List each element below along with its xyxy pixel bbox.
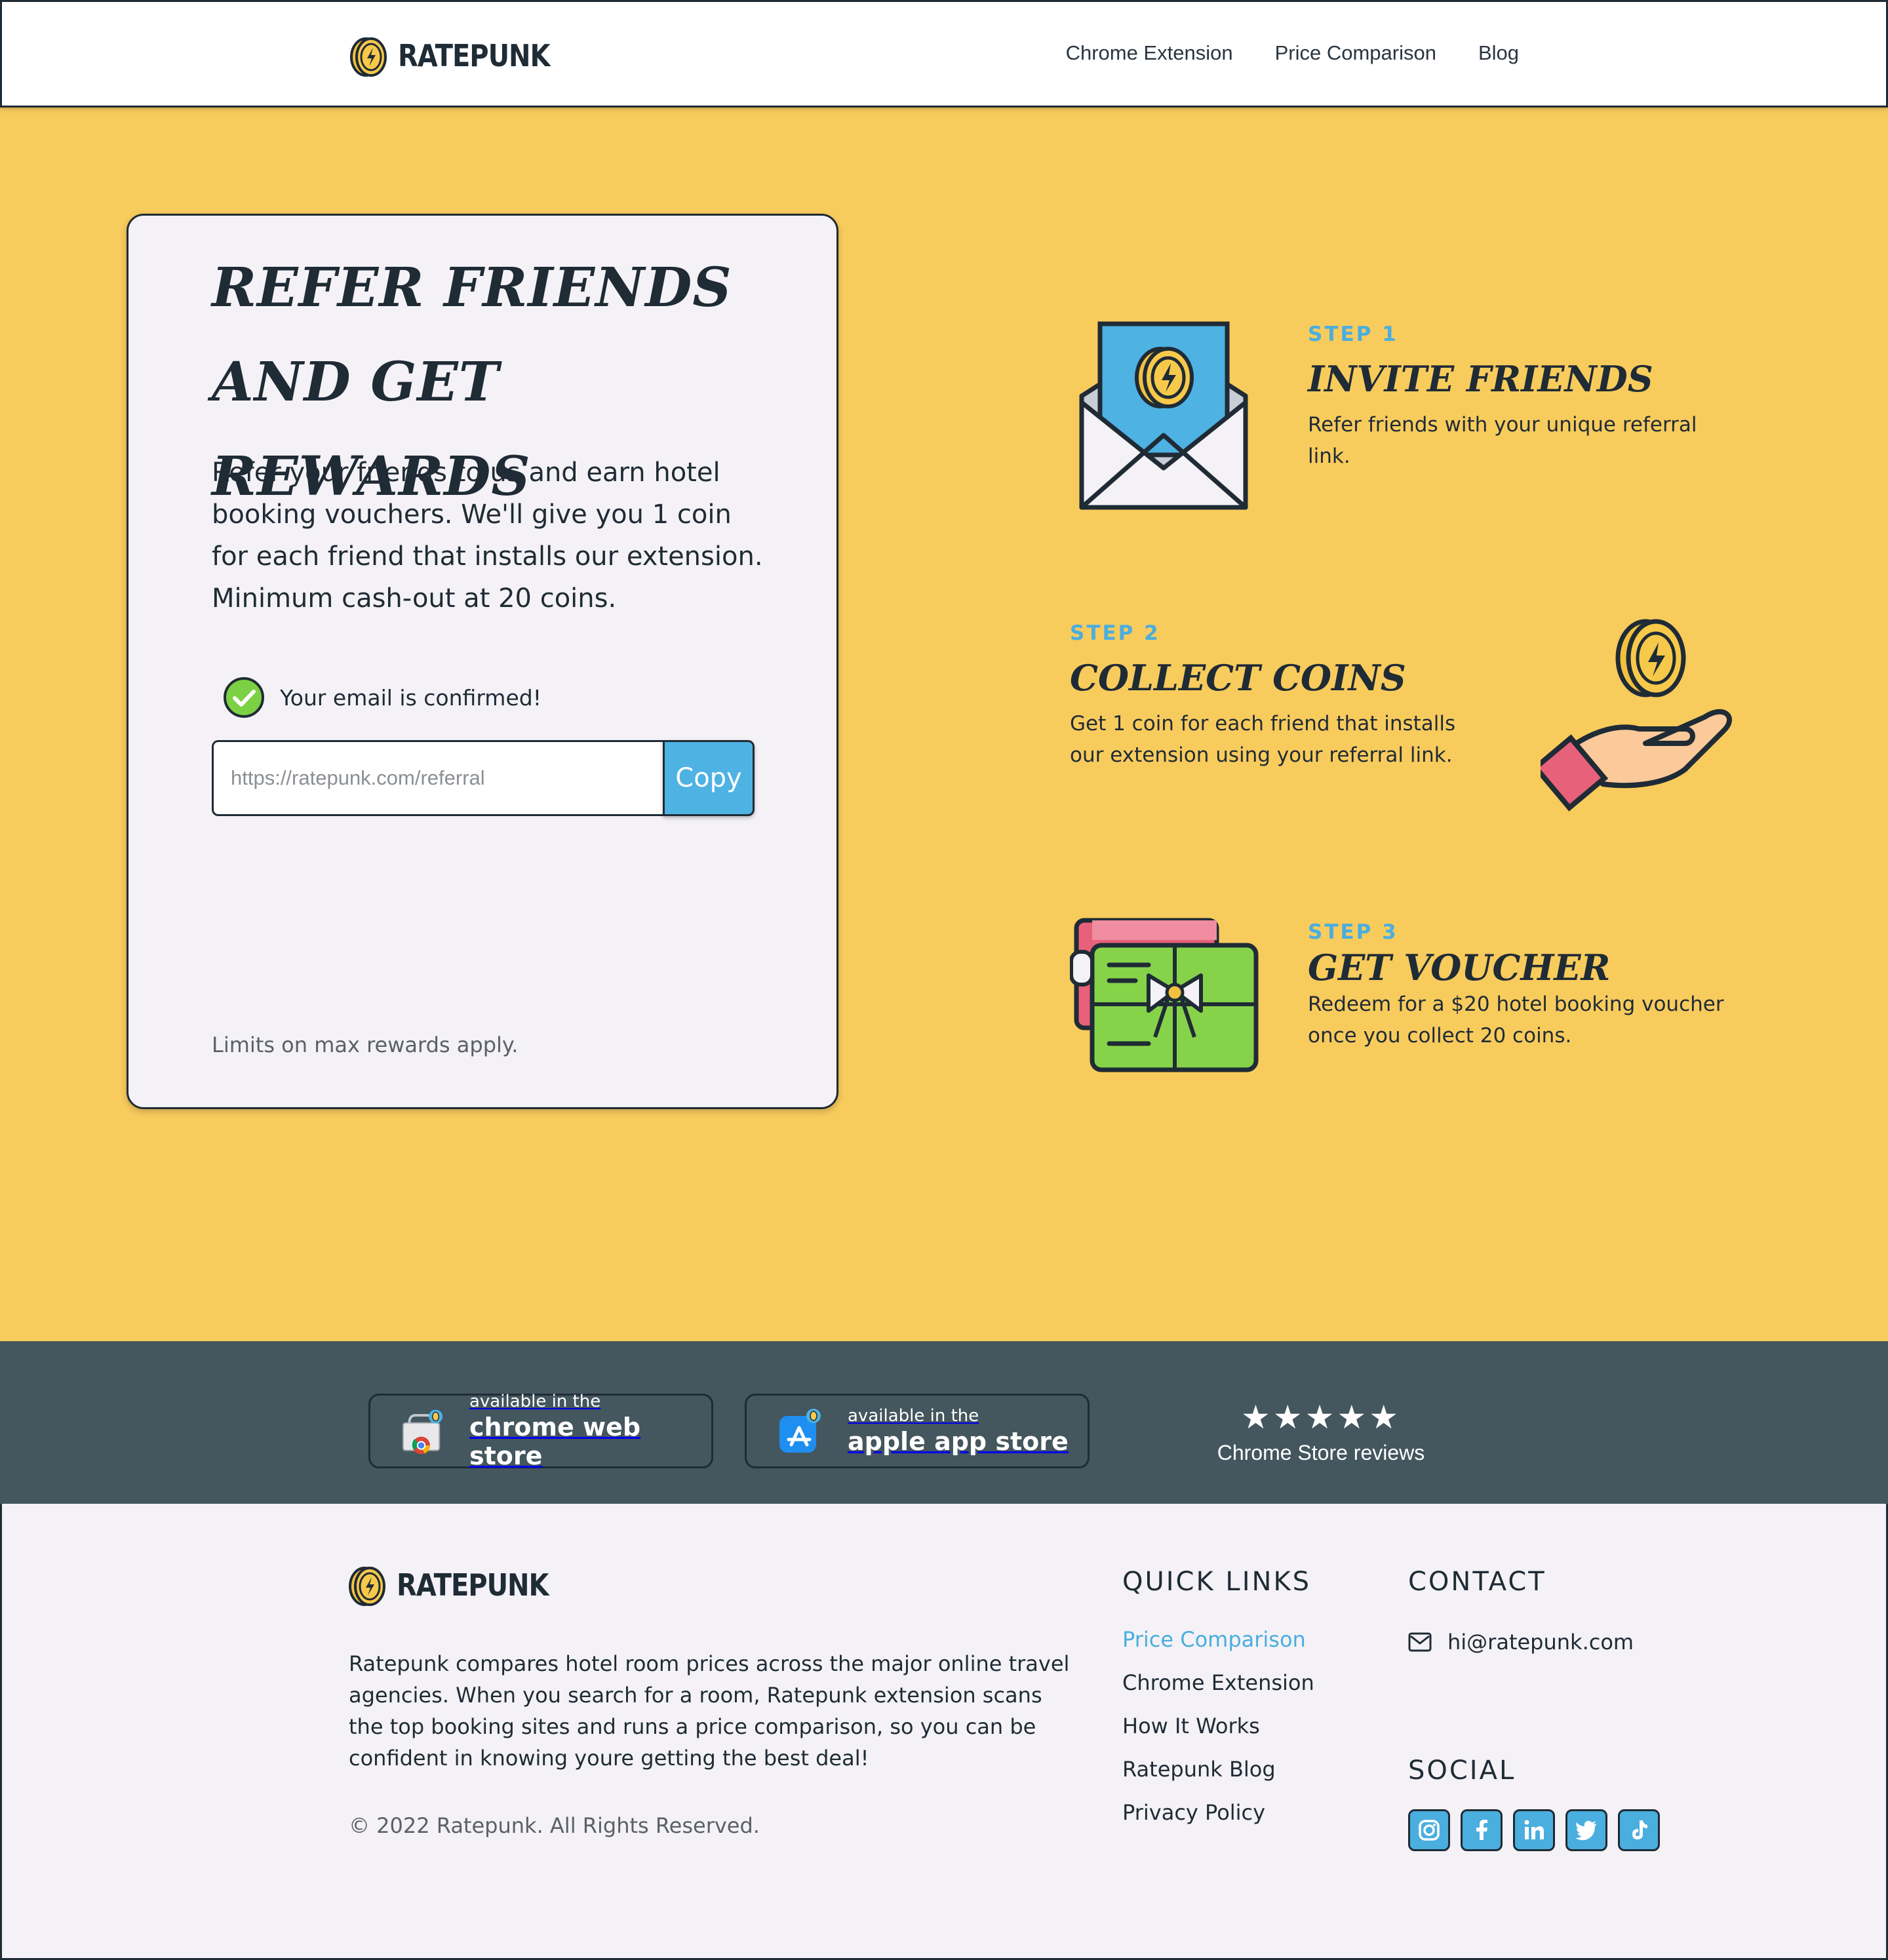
footer-link-chrome-extension[interactable]: Chrome Extension	[1122, 1670, 1314, 1695]
apple-store-big-text: apple app store	[848, 1427, 1069, 1456]
copyright: © 2022 Ratepunk. All Rights Reserved.	[349, 1813, 760, 1838]
main-nav: Chrome Extension Price Comparison Blog	[1066, 41, 1519, 65]
hand-coin-icon	[1541, 619, 1732, 812]
store-bar: available in the chrome web store availa…	[0, 1341, 1888, 1504]
contact-heading: CONTACT	[1408, 1567, 1546, 1597]
footer-about-text: Ratepunk compares hotel room prices acro…	[349, 1651, 1070, 1771]
copy-button[interactable]: Copy	[663, 740, 755, 816]
tiktok-icon[interactable]	[1618, 1809, 1660, 1851]
site-footer: RATEPUNK Ratepunk compares hotel room pr…	[0, 1504, 1888, 1960]
footer-link-price-comparison[interactable]: Price Comparison	[1122, 1627, 1306, 1652]
nav-blog[interactable]: Blog	[1478, 41, 1519, 65]
apple-store-small-text: available in the	[848, 1406, 979, 1426]
chrome-web-store-button[interactable]: available in the chrome web store	[368, 1392, 713, 1470]
nav-price-comparison[interactable]: Price Comparison	[1275, 41, 1436, 65]
step-1-title: INVITE FRIENDS	[1308, 358, 1653, 400]
site-header: RATEPUNK Chrome Extension Price Comparis…	[0, 0, 1888, 108]
step-1: STEP 1 INVITE FRIENDS Refer friends with…	[1308, 323, 1727, 472]
quick-links: QUICK LINKS Price Comparison Chrome Exte…	[1122, 1567, 1314, 1843]
footer-link-privacy-policy[interactable]: Privacy Policy	[1122, 1800, 1265, 1825]
step-3-title: GET VOUCHER	[1308, 947, 1611, 989]
gift-voucher-icon	[1070, 918, 1259, 1072]
linkedin-icon[interactable]	[1513, 1809, 1555, 1851]
footer-link-ratepunk-blog[interactable]: Ratepunk Blog	[1122, 1757, 1276, 1782]
step-2-title: COLLECT COINS	[1070, 657, 1406, 699]
rating-stars: ★★★★★	[1240, 1398, 1402, 1436]
chrome-store-big-text: chrome web store	[469, 1413, 641, 1470]
referral-link-input[interactable]	[212, 740, 663, 816]
referral-description: Refer your friends to us and earn hotel …	[212, 458, 763, 614]
step-2-label: STEP 2	[1070, 621, 1160, 645]
social-icons	[1408, 1809, 1660, 1851]
referral-link-row: Copy	[212, 740, 755, 816]
check-circle-icon	[224, 677, 264, 718]
mail-icon	[1408, 1632, 1432, 1652]
chrome-store-reviews[interactable]: ★★★★★ Chrome Store reviews	[1213, 1399, 1429, 1465]
limits-note: Limits on max rewards apply.	[212, 1032, 519, 1057]
app-store-icon	[779, 1409, 821, 1453]
contact-email: hi@ratepunk.com	[1447, 1630, 1634, 1655]
chrome-store-small-text: available in the	[469, 1392, 601, 1411]
instagram-icon[interactable]	[1408, 1809, 1450, 1851]
hero-section: REFER FRIENDS AND GET REWARDS Refer your…	[0, 108, 1888, 1341]
coin-logo-icon	[349, 1567, 385, 1606]
email-link[interactable]: hi@ratepunk.com	[1408, 1630, 1634, 1655]
footer-logo[interactable]: RATEPUNK	[348, 1564, 549, 1607]
brand-wordmark: RATEPUNK	[398, 39, 551, 74]
coin-logo-icon	[350, 37, 387, 77]
ratepunk-logo[interactable]: RATEPUNK	[349, 35, 551, 78]
email-confirmation: Your email is confirmed!	[222, 676, 541, 719]
step-3-label: STEP 3	[1308, 920, 1398, 944]
step-2: STEP 2 COLLECT COINS Get 1 coin for each…	[1070, 621, 1463, 771]
twitter-icon[interactable]	[1565, 1809, 1607, 1851]
confirmation-text: Your email is confirmed!	[280, 684, 541, 711]
step-3: STEP 3 GET VOUCHER Redeem for a $20 hote…	[1308, 920, 1727, 1051]
referral-card: REFER FRIENDS AND GET REWARDS Refer your…	[127, 214, 838, 1109]
envelope-coin-icon	[1079, 321, 1248, 510]
social-section: SOCIAL	[1408, 1755, 1660, 1851]
reviews-label: Chrome Store reviews	[1217, 1441, 1425, 1464]
step-2-text: Get 1 coin for each friend that installs…	[1070, 712, 1456, 767]
step-1-label: STEP 1	[1308, 323, 1398, 346]
apple-app-store-button[interactable]: available in the apple app store	[745, 1394, 1090, 1468]
facebook-icon[interactable]	[1461, 1809, 1503, 1851]
chrome-store-icon	[402, 1409, 443, 1454]
nav-chrome-extension[interactable]: Chrome Extension	[1066, 41, 1233, 65]
step-1-text: Refer friends with your unique referral …	[1308, 413, 1697, 468]
contact-section: CONTACT hi@ratepunk.com	[1408, 1567, 1634, 1655]
footer-link-how-it-works[interactable]: How It Works	[1122, 1714, 1260, 1738]
footer-brand-wordmark: RATEPUNK	[397, 1568, 549, 1603]
quick-links-heading: QUICK LINKS	[1122, 1567, 1312, 1597]
social-heading: SOCIAL	[1408, 1755, 1516, 1786]
step-3-text: Redeem for a $20 hotel booking voucher o…	[1308, 992, 1724, 1048]
